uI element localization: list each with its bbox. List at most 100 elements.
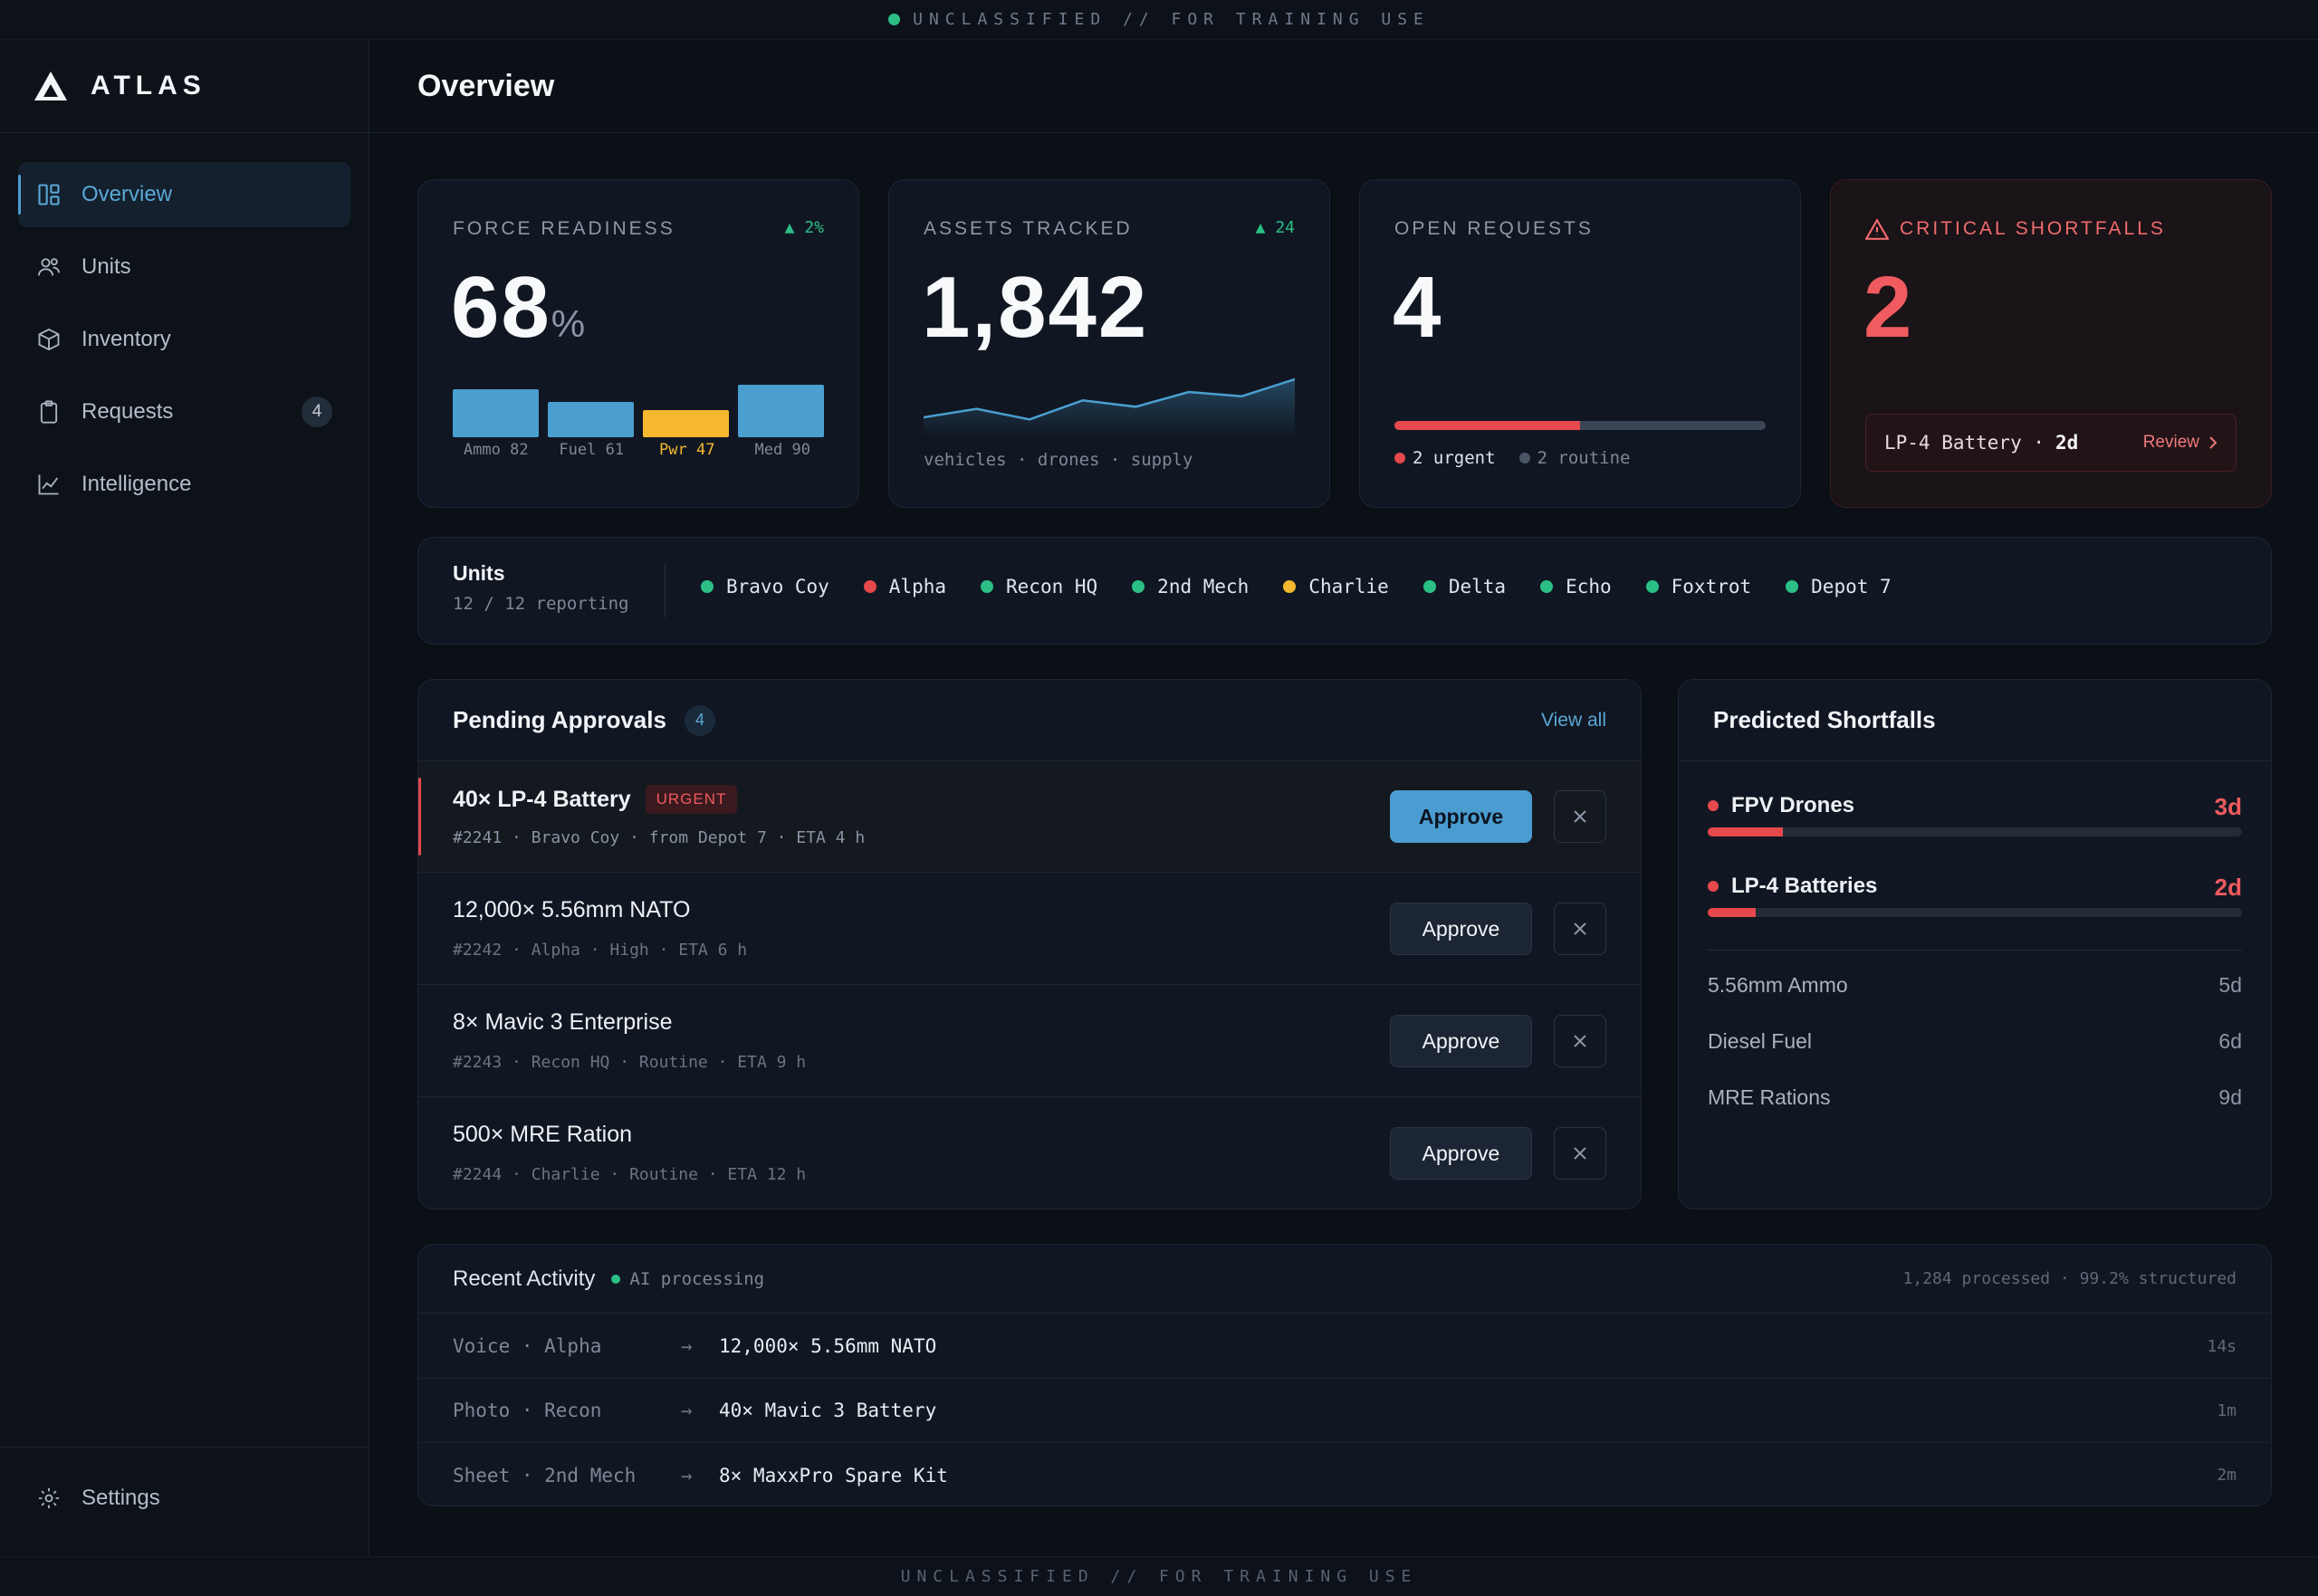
unit-status-dot (1540, 580, 1554, 593)
sidebar-item-intelligence[interactable]: Intelligence (18, 452, 350, 517)
activity-source: Voice · Alpha (453, 1335, 602, 1357)
approve-button[interactable]: Approve (1390, 790, 1532, 843)
sidebar-item-units[interactable]: Units (18, 234, 350, 300)
approve-button[interactable]: Approve (1390, 903, 1532, 955)
unit-name: Charlie (1308, 576, 1389, 597)
shortfall-bar (1708, 827, 2242, 836)
approval-title: 8× Mavic 3 Enterprise (453, 1009, 672, 1036)
urgent-badge: URGENT (645, 785, 738, 814)
units-title: Units (453, 561, 505, 585)
shortfall-item[interactable]: LP-4 Batteries 2d (1708, 874, 2242, 917)
users-icon (37, 258, 61, 276)
approval-row: 40× LP-4 Battery URGENT #2241 · Bravo Coy … (418, 761, 1641, 873)
shortfall-days: 9d (2218, 1085, 2242, 1109)
classification-banner-bottom: UNCLASSIFIED // FOR TRAINING USE (0, 1556, 2318, 1596)
assets-tracked-card: ASSETS TRACKED ▲ 24 1,842 vehicles · dro… (888, 179, 1330, 508)
kpi-value: 2 (1863, 259, 1914, 356)
approval-title: 12,000× 5.56mm NATO (453, 897, 690, 923)
unit-chip[interactable]: Charlie (1283, 576, 1389, 597)
close-icon (1574, 1035, 1586, 1047)
atlas-logo-icon (34, 72, 67, 100)
unit-chip[interactable]: Foxtrot (1645, 576, 1751, 597)
approval-item-name: 12,000× 5.56mm NATO (453, 897, 691, 922)
kpi-label: ASSETS TRACKED (924, 218, 1133, 239)
approve-button[interactable]: Approve (1390, 1127, 1532, 1180)
shortfall-days: 3d (2214, 793, 2242, 820)
critical-item-name: LP-4 Battery · (1884, 432, 2045, 454)
critical-item[interactable]: LP-4 Battery · 2d Review (1865, 414, 2237, 472)
unit-chip[interactable]: Delta (1422, 576, 1507, 597)
unit-name: Delta (1448, 576, 1507, 597)
shortfall-item[interactable]: MRE Rations 9d (1708, 1085, 2242, 1110)
unit-chip[interactable]: 2nd Mech (1132, 576, 1249, 597)
sidebar-item-inventory[interactable]: Inventory (18, 307, 350, 372)
sidebar-item-label: Inventory (81, 327, 171, 351)
kpi-label: CRITICAL SHORTFALLS (1865, 218, 2166, 240)
critical-shortfalls-card: CRITICAL SHORTFALLS 2 LP-4 Battery · 2d … (1830, 179, 2272, 508)
review-link[interactable]: Review (2143, 433, 2217, 453)
shortfall-item[interactable]: 5.56mm Ammo 5d (1708, 973, 2242, 998)
shortfall-label: LP-4 Batteries (1731, 874, 1878, 898)
units-reporting: 12 / 12 reporting (453, 594, 629, 614)
readiness-bar-label: Fuel 61 (559, 441, 625, 459)
approval-row: 8× Mavic 3 Enterprise #2243 · Recon HQ · … (418, 986, 1641, 1097)
unit-chip[interactable]: Depot 7 (1786, 576, 1892, 597)
ai-processing-label: AI processing (629, 1268, 765, 1289)
reject-button[interactable] (1554, 903, 1606, 955)
shortfall-dot (1708, 881, 1719, 892)
activity-row[interactable]: Voice · Alpha → 12,000× 5.56mm NATO 14s (418, 1314, 2271, 1379)
unit-chip[interactable]: Alpha (863, 576, 946, 597)
reject-button[interactable] (1554, 790, 1606, 843)
shortfall-label: FPV Drones (1731, 793, 1855, 817)
approval-title: 40× LP-4 Battery URGENT (453, 785, 738, 814)
warning-triangle-icon (1865, 218, 1889, 240)
unit-name: Recon HQ (1006, 576, 1098, 597)
unit-status-dot (1645, 580, 1659, 593)
clipboard-icon (40, 400, 58, 424)
requests-count-badge: 4 (302, 397, 332, 427)
routine-label: 2 routine (1537, 448, 1631, 468)
readiness-bars (453, 374, 824, 437)
shortfall-item[interactable]: FPV Drones 3d (1708, 793, 2242, 836)
count-badge: 4 (684, 704, 715, 736)
readiness-bar (738, 385, 824, 437)
shortfall-item[interactable]: Diesel Fuel 6d (1708, 1029, 2242, 1054)
unit-status-dot (1283, 580, 1297, 593)
activity-row[interactable]: Sheet · 2nd Mech → 8× MaxxPro Spare Kit 2m (418, 1443, 2271, 1505)
brand[interactable]: ATLAS (0, 40, 369, 133)
reject-button[interactable] (1554, 1015, 1606, 1067)
classification-text: UNCLASSIFIED // FOR TRAINING USE (913, 10, 1430, 29)
sidebar-item-settings[interactable]: Settings (18, 1466, 350, 1531)
unit-status-dot (1422, 580, 1436, 593)
classification-text: UNCLASSIFIED // FOR TRAINING USE (900, 1567, 1418, 1586)
approve-button[interactable]: Approve (1390, 1015, 1532, 1067)
arrow-right-icon: → (681, 1400, 693, 1421)
page-title: Overview (417, 68, 555, 103)
approval-item-name: 40× LP-4 Battery (453, 786, 631, 812)
view-all-link[interactable]: View all (1541, 710, 1606, 731)
main-nav: Overview Units Inventory Requests 4 Inte… (0, 133, 369, 553)
shortfall-bar (1708, 908, 2242, 917)
routine-dot (1518, 453, 1530, 464)
sidebar-item-requests[interactable]: Requests 4 (18, 379, 350, 444)
kpi-delta: ▲ 24 (1255, 218, 1295, 237)
arrow-right-icon: → (681, 1464, 693, 1486)
panel-header: Recent Activity AI processing 1,284 proc… (418, 1245, 2271, 1314)
units-strip: Units 12 / 12 reporting Bravo Coy Alpha Re… (417, 537, 2272, 645)
unit-chip[interactable]: Bravo Coy (701, 576, 829, 597)
unit-chip[interactable]: Recon HQ (981, 576, 1097, 597)
shortfall-label: 5.56mm Ammo (1708, 973, 1848, 997)
pending-approvals-panel: Pending Approvals 4 View all 40× LP-4 Ba… (417, 679, 1642, 1209)
approval-item-name: 500× MRE Ration (453, 1122, 633, 1147)
reject-button[interactable] (1554, 1127, 1606, 1180)
sidebar-item-label: Requests (81, 399, 174, 424)
approval-title: 500× MRE Ration (453, 1122, 632, 1148)
unit-chip[interactable]: Echo (1540, 576, 1612, 597)
readiness-bar-label: Ammo 82 (463, 441, 529, 459)
activity-row[interactable]: Photo · Recon → 40× Mavic 3 Battery 1m (418, 1379, 2271, 1443)
shortfall-bar-fill (1708, 827, 1783, 836)
sidebar-item-overview[interactable]: Overview (18, 162, 350, 227)
box-icon (38, 328, 60, 351)
approval-meta: #2243 · Recon HQ · Routine · ETA 9 h (453, 1053, 807, 1072)
unit-status-dot (981, 580, 994, 593)
